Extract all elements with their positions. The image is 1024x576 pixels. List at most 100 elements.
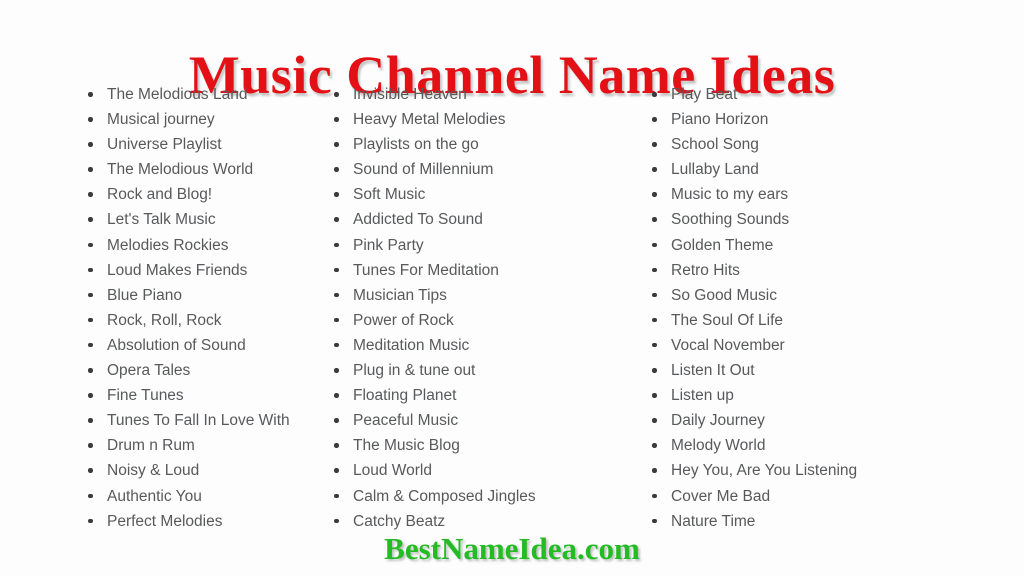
- bullet-icon: [652, 393, 657, 398]
- list-item: Power of Rock: [334, 308, 638, 333]
- list-item: Listen It Out: [652, 358, 1024, 383]
- bullet-icon: [88, 117, 93, 122]
- list-item-label: Invisible Heaven: [353, 86, 467, 103]
- list-item: Rock, Roll, Rock: [88, 308, 320, 333]
- list-item-label: Loud Makes Friends: [107, 261, 248, 279]
- list-item: Pink Party: [334, 233, 638, 258]
- list-item-label: Nature Time: [671, 512, 756, 530]
- bullet-icon: [652, 518, 657, 524]
- bullet-icon: [88, 418, 93, 423]
- name-list-column-3: Play Beat Piano Horizon School Song Lullaby…: [638, 82, 1024, 534]
- list-item: Musical journey: [88, 107, 320, 132]
- list-item: Cover Me Bad: [652, 484, 1024, 509]
- bullet-icon: [652, 292, 657, 298]
- bullet-icon: [334, 92, 339, 97]
- list-item: The Melodious Land: [88, 82, 320, 107]
- bullet-icon: [652, 342, 657, 348]
- bullet-icon: [334, 117, 339, 122]
- list-item: Loud Makes Friends: [88, 258, 320, 283]
- list-item-label: Peaceful Music: [353, 412, 459, 430]
- bullet-icon: [88, 493, 93, 498]
- bullet-icon: [334, 192, 339, 197]
- list-item: Opera Tales: [88, 358, 320, 383]
- list-item: Meditation Music: [334, 333, 638, 358]
- list-item-label: Addicted To Sound: [353, 211, 483, 229]
- list-item: Tunes For Meditation: [334, 258, 638, 283]
- list-item-label: Play Beat: [671, 86, 738, 103]
- list-item-label: Opera Tales: [107, 362, 191, 380]
- list-item: Melodies Rockies: [88, 233, 320, 258]
- list-item-label: Hey You, Are You Listening: [671, 462, 858, 480]
- list-item: Lullaby Land: [652, 157, 1024, 182]
- list-item: The Melodious World: [88, 157, 320, 182]
- list-item: Melody World: [652, 433, 1024, 458]
- bullet-icon: [88, 317, 93, 323]
- list-item-label: Fine Tunes: [107, 387, 184, 405]
- list-item-label: So Good Music: [671, 286, 777, 304]
- list-item-label: Loud World: [353, 462, 432, 480]
- list-item: So Good Music: [652, 283, 1024, 308]
- bullet-icon: [88, 167, 93, 172]
- bullet-icon: [88, 518, 93, 524]
- bullet-icon: [334, 342, 339, 348]
- bullet-icon: [652, 167, 657, 172]
- list-item-label: Heavy Metal Melodies: [353, 111, 506, 129]
- list-item-label: Vocal November: [671, 336, 785, 354]
- bullet-icon: [334, 393, 339, 398]
- list-item: Daily Journey: [652, 408, 1024, 433]
- bullet-icon: [88, 368, 93, 373]
- list-item-label: Sound of Millennium: [353, 161, 494, 179]
- list-item-label: Blue Piano: [107, 286, 182, 304]
- list-item: Listen up: [652, 383, 1024, 408]
- bullet-icon: [334, 518, 339, 524]
- name-list-column-2: Invisible Heaven Heavy Metal Melodies Play…: [320, 82, 638, 534]
- list-item: Absolution of Sound: [88, 333, 320, 358]
- list-item-label: Pink Party: [353, 236, 424, 254]
- list-item: Addicted To Sound: [334, 207, 638, 232]
- bullet-icon: [88, 468, 93, 473]
- list-item: Heavy Metal Melodies: [334, 107, 638, 132]
- list-item-label: Daily Journey: [671, 412, 765, 430]
- bullet-icon: [652, 317, 657, 323]
- list-item-label: The Soul Of Life: [671, 311, 784, 329]
- list-item-label: Let's Talk Music: [107, 211, 216, 229]
- name-list-3: Play Beat Piano Horizon School Song Lullaby…: [652, 82, 1024, 534]
- bullet-icon: [88, 292, 93, 298]
- list-item-label: Rock, Roll, Rock: [107, 311, 222, 329]
- list-item-label: Tunes To Fall In Love With: [107, 412, 290, 430]
- list-item: Music to my ears: [652, 182, 1024, 207]
- list-item-label: Universe Playlist: [107, 136, 222, 154]
- list-item-label: Piano Horizon: [671, 111, 769, 129]
- bullet-icon: [652, 217, 657, 222]
- list-item: Let's Talk Music: [88, 207, 320, 232]
- list-item-label: Rock and Blog!: [107, 186, 213, 204]
- bullet-icon: [334, 493, 339, 498]
- list-item: Golden Theme: [652, 233, 1024, 258]
- list-item-label: The Music Blog: [353, 437, 460, 455]
- name-list-column-1: The Melodious Land Musical journey Univers…: [0, 82, 320, 534]
- bullet-icon: [652, 267, 657, 273]
- list-item-label: Power of Rock: [353, 311, 454, 329]
- bullet-icon: [652, 443, 657, 448]
- bullet-icon: [88, 267, 93, 273]
- list-item-label: Floating Planet: [353, 387, 457, 405]
- bullet-icon: [652, 92, 657, 97]
- list-item-label: Melody World: [671, 437, 766, 455]
- bullet-icon: [334, 368, 339, 373]
- bullet-icon: [334, 292, 339, 298]
- list-item: Play Beat: [652, 82, 1024, 107]
- list-item-label: Drum n Rum: [107, 437, 195, 455]
- list-item: Authentic You: [88, 484, 320, 509]
- list-item: School Song: [652, 132, 1024, 157]
- list-item: Peaceful Music: [334, 408, 638, 433]
- list-item-label: Authentic You: [107, 487, 202, 505]
- name-list-1: The Melodious Land Musical journey Univers…: [88, 82, 320, 534]
- list-item: Playlists on the go: [334, 132, 638, 157]
- list-item: Loud World: [334, 458, 638, 483]
- bullet-icon: [652, 493, 657, 498]
- list-item-label: Noisy & Loud: [107, 462, 200, 480]
- list-item-label: School Song: [671, 136, 759, 154]
- list-item-label: Musical journey: [107, 111, 215, 129]
- list-item: Floating Planet: [334, 383, 638, 408]
- bullet-icon: [334, 468, 339, 473]
